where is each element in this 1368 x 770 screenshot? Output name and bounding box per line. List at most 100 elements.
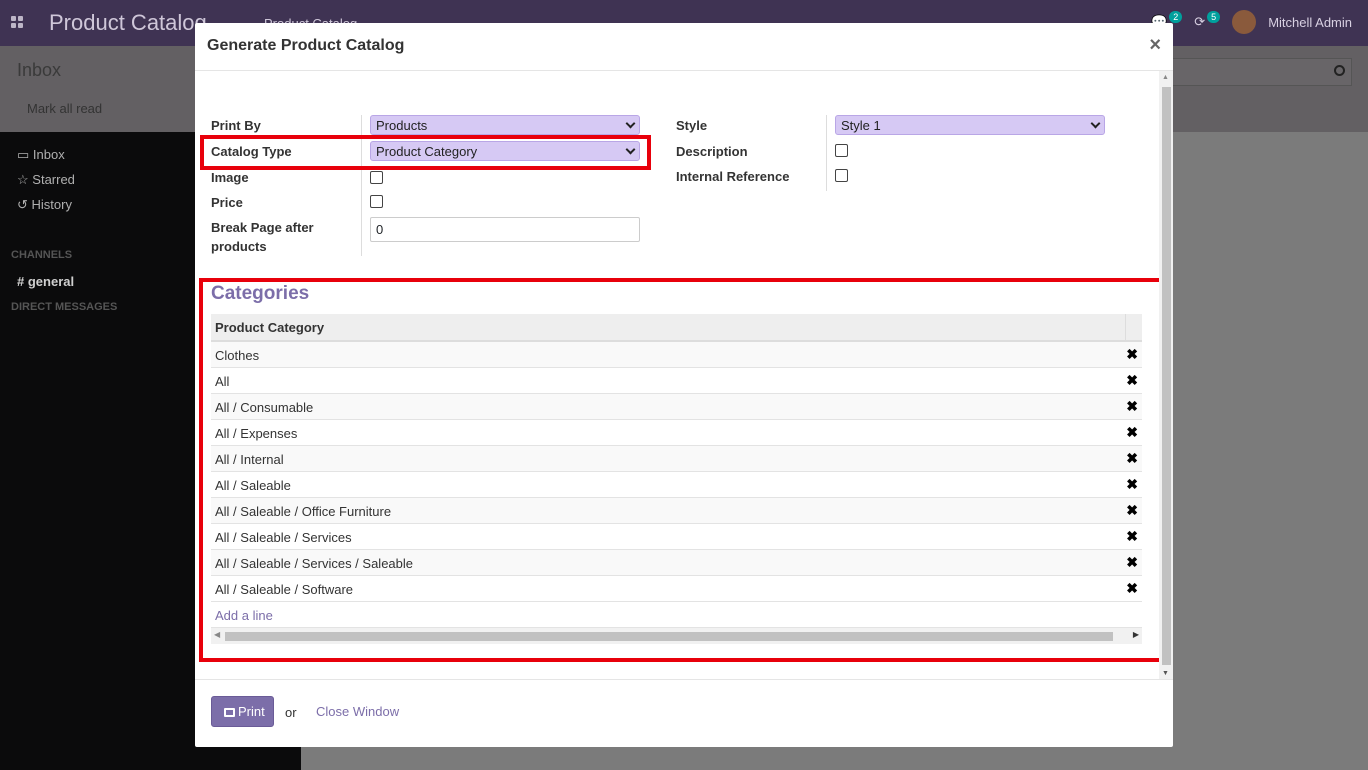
messages-badge: 2 (1169, 11, 1183, 23)
table-row[interactable]: All / Saleable / Software ✖ (211, 576, 1142, 602)
modal-header: Generate Product Catalog × (195, 23, 1173, 71)
categories-table: Product Category Clothes ✖ All ✖ All / Consu… (211, 314, 1142, 644)
or-text: or (285, 705, 297, 720)
delete-row-icon[interactable]: ✖ (1126, 450, 1138, 467)
image-label: Image (211, 170, 249, 185)
table-rows: Clothes ✖ All ✖ All / Consumable ✖ All / Expen… (211, 342, 1142, 602)
page-title: Inbox (17, 60, 62, 80)
add-line-link[interactable]: Add a line (215, 608, 273, 623)
category-cell[interactable]: All (215, 374, 229, 389)
modal-footer: Print or Close Window (195, 679, 1173, 747)
modal-title: Generate Product Catalog (207, 37, 405, 54)
scroll-thumb[interactable] (1162, 87, 1171, 665)
star-icon: ☆ (17, 172, 29, 187)
style-value: Style 1 (841, 118, 881, 133)
horizontal-scrollbar[interactable]: ◀ ▶ (211, 628, 1142, 644)
style-select[interactable]: Style 1 (835, 115, 1105, 135)
catalog-type-highlight (200, 135, 651, 170)
table-row[interactable]: All / Internal ✖ (211, 446, 1142, 472)
delete-row-icon[interactable]: ✖ (1126, 424, 1138, 441)
scroll-down-icon[interactable]: ▼ (1162, 670, 1169, 677)
table-row[interactable]: All ✖ (211, 368, 1142, 394)
chevron-down-icon (625, 118, 636, 129)
category-cell[interactable]: All / Saleable / Software (215, 582, 353, 597)
price-label: Price (211, 195, 243, 210)
print-label: Print (238, 704, 265, 719)
column-product-category[interactable]: Product Category (215, 320, 324, 335)
category-cell[interactable]: All / Internal (215, 452, 284, 467)
avatar[interactable] (1232, 10, 1257, 34)
search-icon (1334, 65, 1345, 76)
print-by-label: Print By (211, 118, 261, 133)
table-row[interactable]: All / Saleable ✖ (211, 472, 1142, 498)
close-icon[interactable]: × (1149, 34, 1161, 57)
category-cell[interactable]: Clothes (215, 348, 259, 363)
hash-icon: # (17, 274, 25, 289)
scroll-up-icon[interactable]: ▲ (1162, 74, 1169, 81)
sidebar-item-starred[interactable]: ☆ Starred (17, 172, 75, 188)
print-by-value: Products (376, 118, 428, 133)
break-page-input[interactable]: 0 (370, 217, 640, 242)
modal-body: Print By Catalog Type Image Price Break … (195, 71, 1173, 679)
sidebar-item-inbox[interactable]: ▭ Inbox (17, 147, 65, 163)
activities-indicator[interactable]: ⟳ 5 (1194, 11, 1221, 30)
delete-row-icon[interactable]: ✖ (1126, 502, 1138, 519)
table-row[interactable]: All / Expenses ✖ (211, 420, 1142, 446)
break-page-label: Break Page after products (211, 220, 314, 254)
category-cell[interactable]: All / Expenses (215, 426, 297, 441)
apps-menu-icon[interactable] (11, 16, 25, 30)
delete-row-icon[interactable]: ✖ (1126, 476, 1138, 493)
category-cell[interactable]: All / Consumable (215, 400, 313, 415)
activities-badge: 5 (1207, 11, 1221, 23)
scroll-right-icon[interactable]: ▶ (1133, 630, 1139, 639)
app-title[interactable]: Product Catalog (49, 10, 207, 36)
delete-row-icon[interactable]: ✖ (1126, 554, 1138, 571)
image-checkbox[interactable] (370, 171, 383, 184)
print-button[interactable]: Print (211, 696, 274, 727)
vertical-scrollbar[interactable]: ▲ ▼ (1159, 71, 1173, 679)
categories-title: Categories (211, 283, 310, 304)
table-row[interactable]: All / Saleable / Services / Saleable ✖ (211, 550, 1142, 576)
add-line-row: Add a line (211, 602, 1142, 628)
sidebar-item-label: Inbox (32, 147, 65, 162)
table-row[interactable]: All / Saleable / Office Furniture ✖ (211, 498, 1142, 524)
delete-row-icon[interactable]: ✖ (1126, 528, 1138, 545)
history-icon: ↺ (17, 197, 28, 212)
mark-all-read-button[interactable]: Mark all read (27, 101, 102, 116)
table-header[interactable]: Product Category (211, 314, 1142, 342)
generate-catalog-dialog: Generate Product Catalog × Print By Cata… (195, 23, 1173, 747)
price-checkbox[interactable] (370, 195, 383, 208)
table-row[interactable]: Clothes ✖ (211, 342, 1142, 368)
channels-header[interactable]: CHANNELS (11, 249, 72, 261)
direct-messages-header[interactable]: DIRECT MESSAGES (11, 301, 117, 313)
category-cell[interactable]: All / Saleable (215, 478, 291, 493)
sidebar-item-history[interactable]: ↺ History (17, 197, 72, 213)
search-input[interactable] (1170, 58, 1352, 86)
delete-row-icon[interactable]: ✖ (1126, 398, 1138, 415)
delete-row-icon[interactable]: ✖ (1126, 580, 1138, 597)
sidebar-item-label: History (31, 197, 72, 212)
scroll-left-icon[interactable]: ◀ (214, 630, 220, 639)
channel-label: general (27, 274, 75, 289)
internal-reference-checkbox[interactable] (835, 169, 848, 182)
chevron-down-icon (1090, 118, 1101, 129)
internal-reference-label: Internal Reference (676, 169, 790, 184)
scroll-thumb[interactable] (225, 632, 1113, 641)
category-cell[interactable]: All / Saleable / Services / Saleable (215, 556, 413, 571)
column-divider (1125, 314, 1126, 340)
style-label: Style (676, 118, 708, 133)
inbox-icon: ▭ (17, 147, 30, 162)
table-row[interactable]: All / Saleable / Services ✖ (211, 524, 1142, 550)
print-by-select[interactable]: Products (370, 115, 640, 135)
category-cell[interactable]: All / Saleable / Services (215, 530, 352, 545)
table-row[interactable]: All / Consumable ✖ (211, 394, 1142, 420)
label-divider (826, 115, 827, 191)
delete-row-icon[interactable]: ✖ (1126, 372, 1138, 389)
delete-row-icon[interactable]: ✖ (1126, 346, 1138, 363)
user-name[interactable]: Mitchell Admin (1268, 15, 1352, 30)
description-checkbox[interactable] (835, 144, 848, 157)
sidebar-item-label: Starred (32, 172, 75, 187)
category-cell[interactable]: All / Saleable / Office Furniture (215, 504, 391, 519)
close-window-link[interactable]: Close Window (316, 704, 399, 719)
channel-general[interactable]: # general (17, 274, 74, 289)
